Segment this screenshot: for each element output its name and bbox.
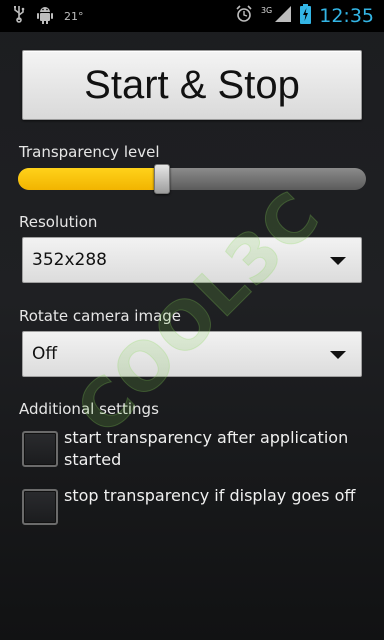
dropdown-arrow-icon bbox=[330, 351, 346, 359]
alarm-icon bbox=[235, 5, 253, 27]
temperature-text: 21° bbox=[64, 9, 84, 23]
slider-fill bbox=[18, 168, 162, 190]
stop-transparency-label: stop transparency if display goes off bbox=[64, 486, 356, 505]
clock-text: 12:35 bbox=[319, 5, 374, 27]
checkbox-row-stop-transparency[interactable]: stop transparency if display goes off bbox=[22, 485, 362, 525]
status-left: 21° bbox=[0, 4, 84, 28]
network-type-text: 3G bbox=[260, 5, 273, 15]
resolution-value: 352x288 bbox=[32, 250, 107, 270]
status-bar: 21° 3G 12:35 bbox=[0, 0, 384, 32]
start-stop-button[interactable]: Start & Stop bbox=[22, 50, 362, 120]
usb-icon bbox=[12, 5, 26, 27]
transparency-slider[interactable] bbox=[18, 164, 366, 194]
checkbox-row-start-transparency[interactable]: start transparency after application sta… bbox=[22, 427, 362, 471]
rotate-label: Rotate camera image bbox=[19, 307, 182, 325]
transparency-label: Transparency level bbox=[19, 143, 160, 161]
android-debug-icon bbox=[36, 4, 54, 28]
resolution-dropdown[interactable]: 352x288 bbox=[22, 237, 362, 283]
battery-charging-icon bbox=[300, 4, 312, 28]
start-transparency-checkbox[interactable] bbox=[22, 431, 58, 467]
stop-transparency-checkbox[interactable] bbox=[22, 489, 58, 525]
rotate-dropdown[interactable]: Off bbox=[22, 331, 362, 377]
rotate-value: Off bbox=[32, 344, 58, 364]
resolution-label: Resolution bbox=[19, 213, 98, 231]
status-right: 3G 12:35 bbox=[235, 4, 384, 28]
slider-thumb[interactable] bbox=[154, 164, 170, 194]
additional-settings-label: Additional settings bbox=[19, 400, 159, 418]
signal-icon bbox=[274, 5, 292, 27]
dropdown-arrow-icon bbox=[330, 257, 346, 265]
start-transparency-label: start transparency after application sta… bbox=[64, 428, 349, 469]
